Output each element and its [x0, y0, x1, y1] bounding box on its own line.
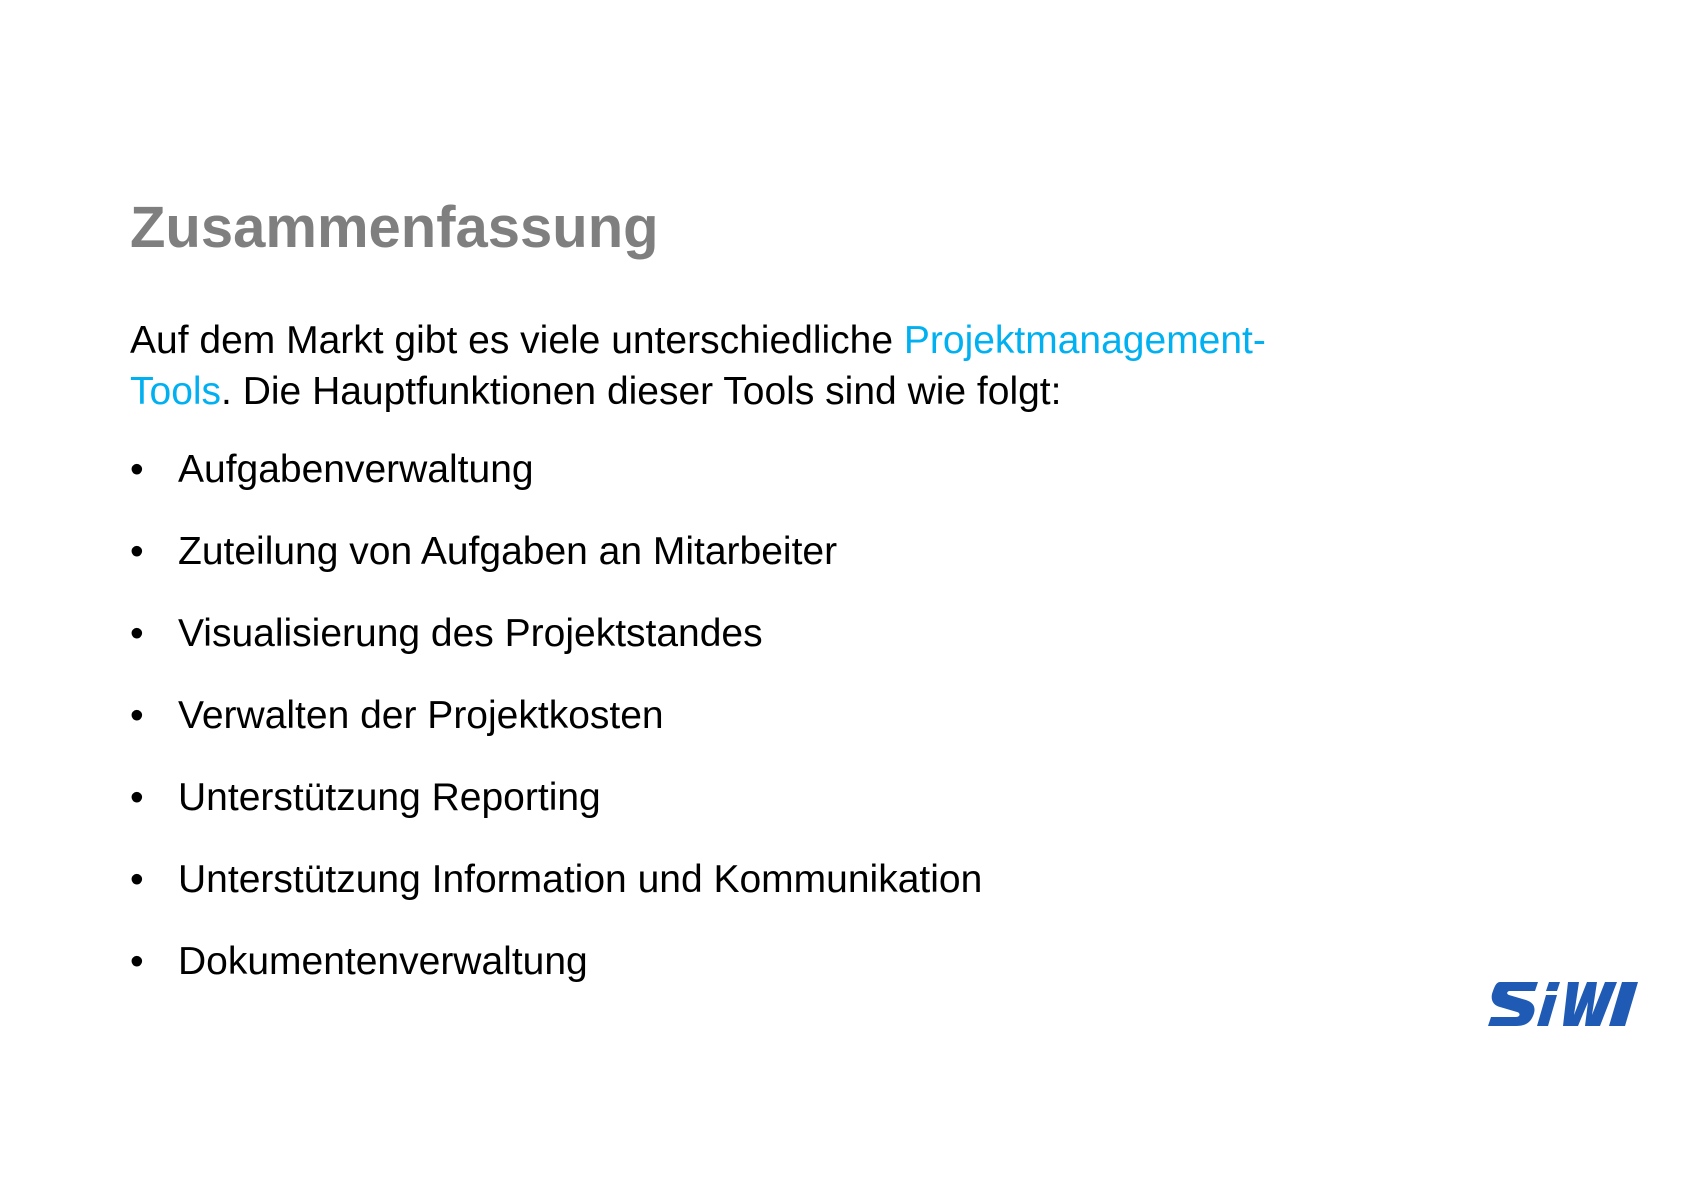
list-item-text: Aufgabenverwaltung — [178, 448, 534, 491]
intro-text: Auf dem Markt gibt es viele unterschiedl… — [130, 319, 904, 362]
intro-paragraph: Auf dem Markt gibt es viele unterschiedl… — [130, 315, 1430, 417]
list-item-text: Visualisierung des Projektstandes — [178, 612, 763, 655]
bullet-icon: • — [130, 940, 144, 983]
bullet-icon: • — [130, 448, 144, 491]
bullet-icon: • — [130, 530, 144, 573]
intro-text: . Die Hauptfunktionen dieser Tools sind … — [221, 370, 1062, 413]
intro-link-highlight: Projektmanagement- — [903, 319, 1266, 362]
list-item-text: Zuteilung von Aufgaben an Mitarbeiter — [178, 530, 838, 573]
intro-line-1: Auf dem Markt gibt es viele unterschiedl… — [130, 315, 1430, 366]
bullet-icon: • — [130, 694, 144, 737]
intro-line-2: Tools. Die Hauptfunktionen dieser Tools … — [130, 366, 1430, 417]
list-item-text: Unterstützung Reporting — [178, 776, 601, 819]
bullet-icon: • — [130, 858, 144, 901]
bullet-icon: • — [130, 612, 144, 655]
list-item-text: Dokumentenverwaltung — [178, 940, 588, 983]
list-item-text: Unterstützung Information und Kommunikat… — [178, 858, 983, 901]
bullet-icon: • — [130, 776, 144, 819]
list-item-text: Verwalten der Projektkosten — [178, 694, 664, 737]
slide-title: Zusammenfassung — [130, 195, 659, 260]
intro-link-highlight: Tools — [130, 370, 222, 413]
siw-logo — [1488, 982, 1638, 1026]
